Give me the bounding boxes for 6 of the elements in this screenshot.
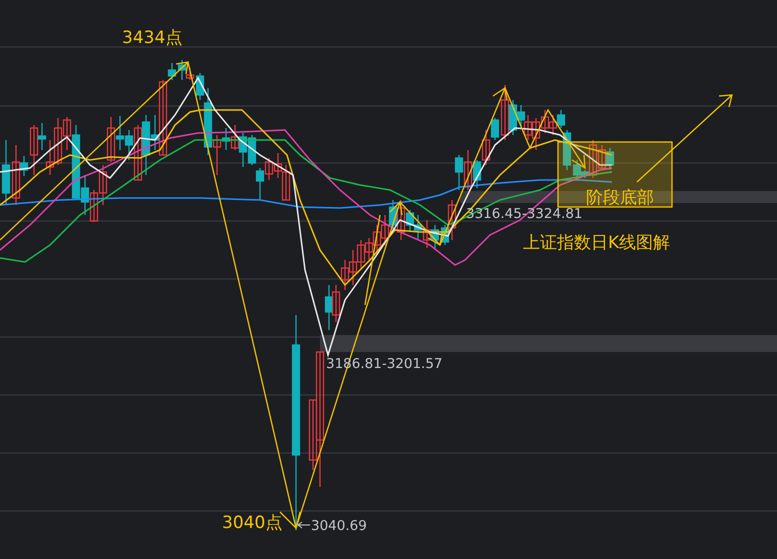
pointer-arrow — [297, 522, 310, 528]
peak-label: 3434点 — [122, 28, 182, 48]
low-label: 3040点 — [222, 513, 282, 533]
low-value: 3040.69 — [311, 518, 367, 534]
chart-title: 上证指数日K线图解 — [523, 233, 670, 253]
zone-label: 阶段底部 — [586, 188, 654, 208]
